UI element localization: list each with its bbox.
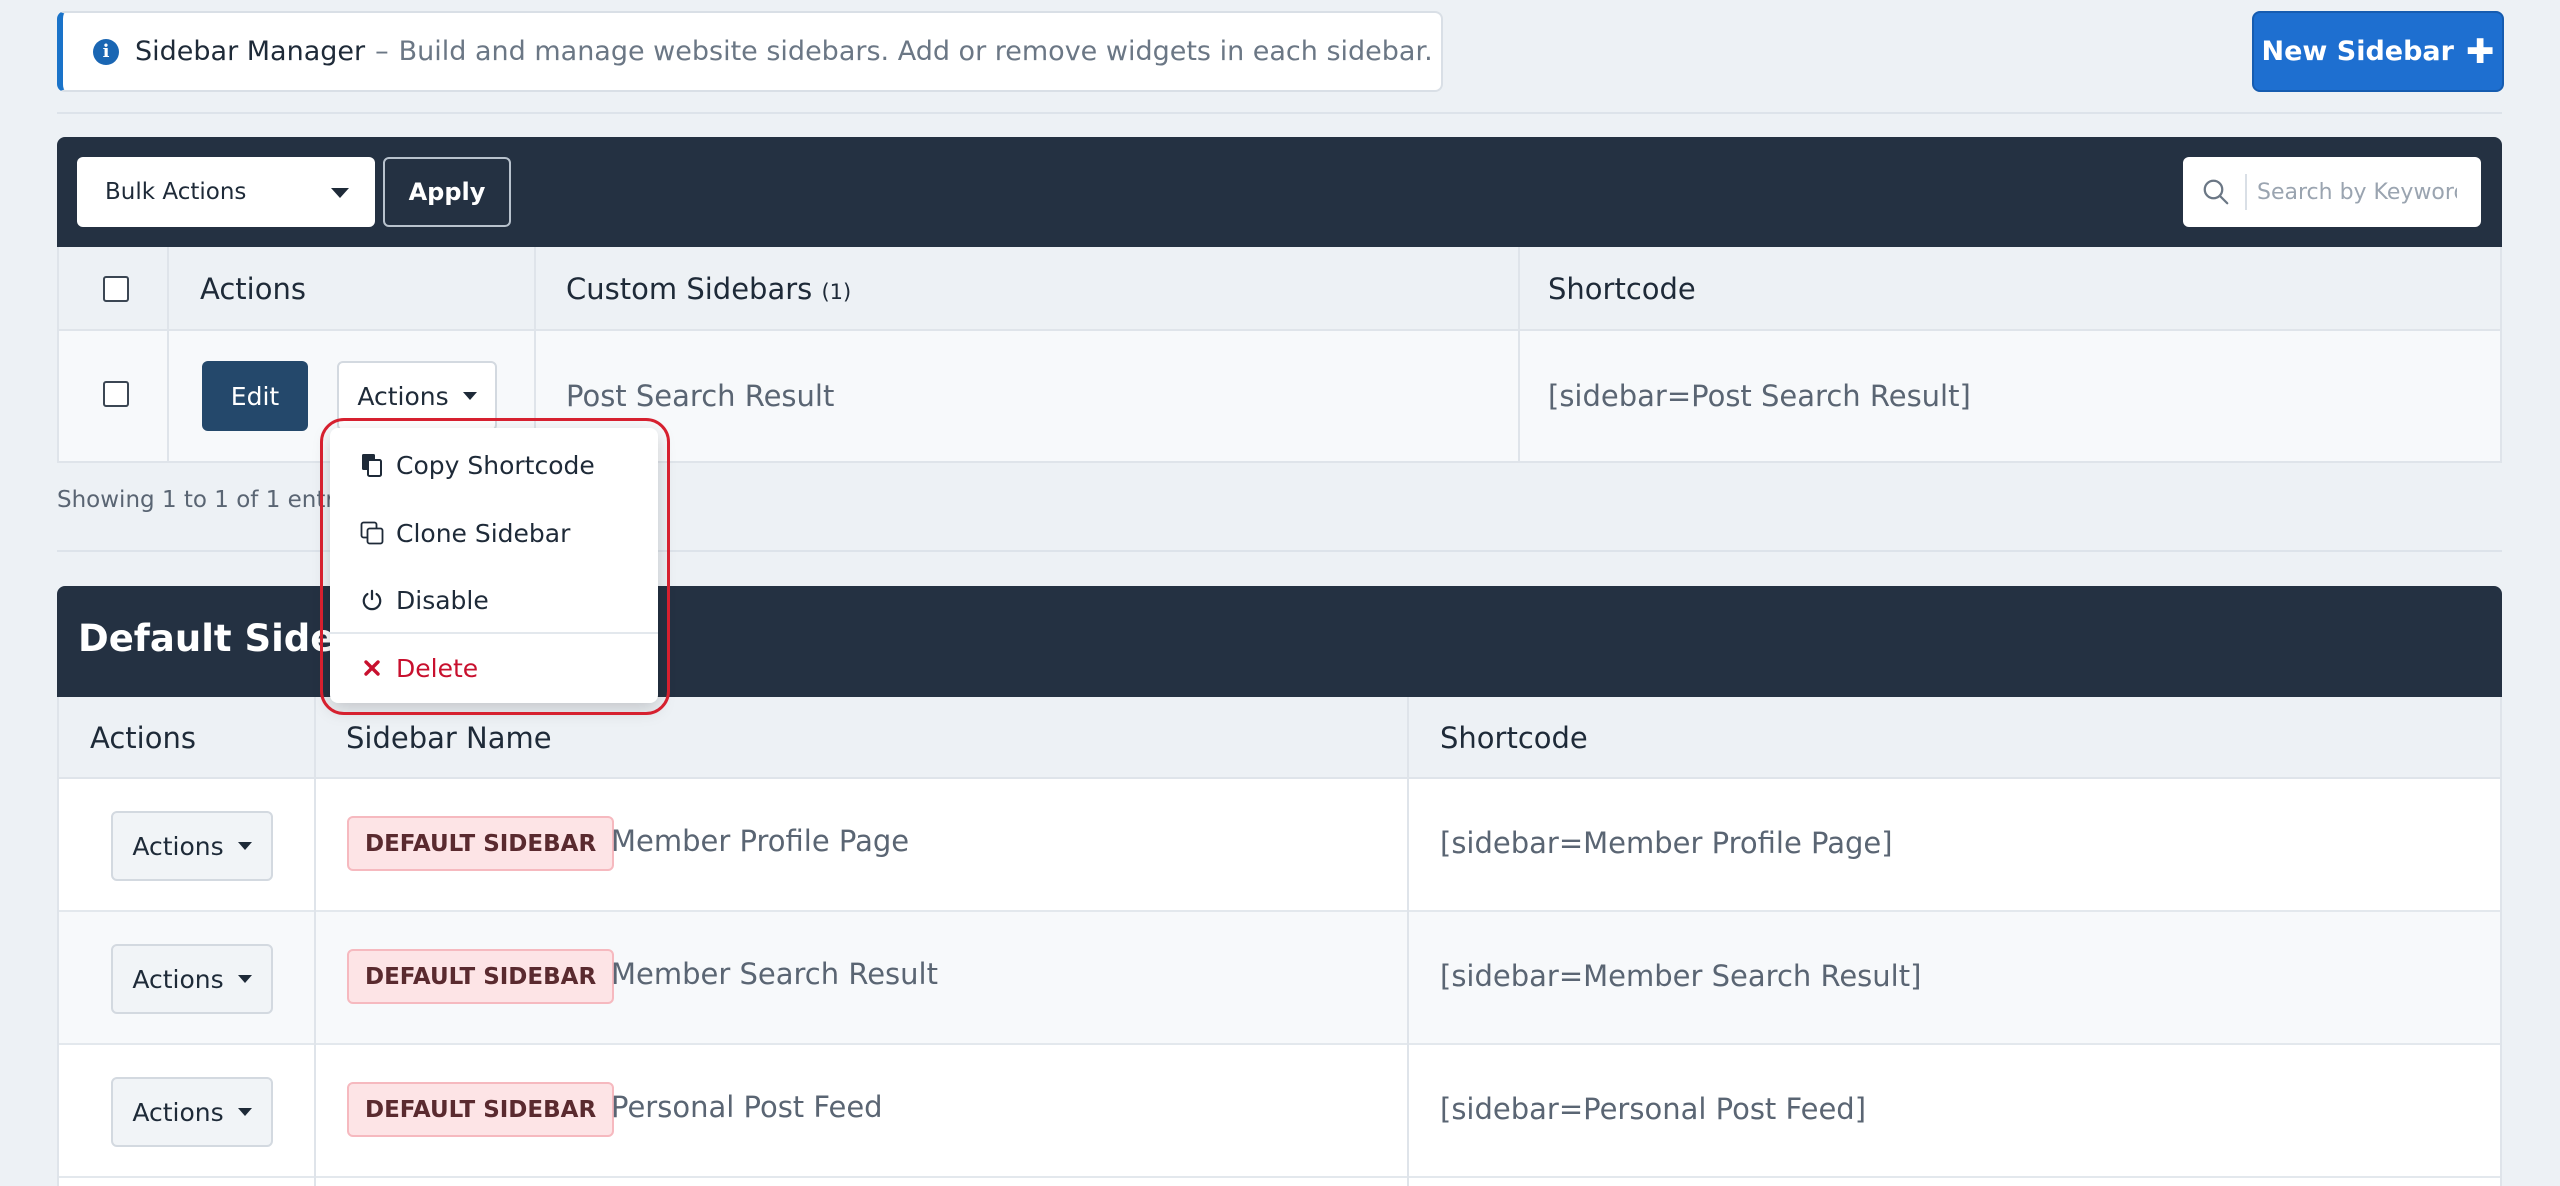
sidebar-shortcode: [sidebar=Member Profile Page]	[1440, 826, 1893, 860]
default-sidebar-badge: DEFAULT SIDEBAR	[347, 1082, 615, 1137]
default-sidebars-table: Actions Sidebar Name Shortcode Actions D…	[57, 697, 2502, 1186]
divider	[57, 112, 2502, 114]
menu-item-label: Disable	[396, 585, 489, 615]
copy-icon	[360, 453, 384, 477]
header-custom-sidebars: Custom Sidebars (1)	[566, 272, 851, 306]
header-sidebar-name: Sidebar Name	[346, 721, 552, 755]
chevron-down-icon	[237, 842, 252, 850]
info-icon: i	[93, 38, 119, 65]
sidebar-name: Post Search Result	[566, 379, 835, 413]
bulk-actions-label: Bulk Actions	[105, 179, 247, 205]
chevron-down-icon	[237, 1108, 252, 1116]
custom-sidebars-toolbar: Bulk Actions Apply	[57, 137, 2502, 247]
menu-item-copy-shortcode[interactable]: Copy Shortcode	[330, 434, 658, 496]
search-divider	[2245, 174, 2247, 210]
default-sidebar-badge: DEFAULT SIDEBAR	[347, 816, 615, 871]
chevron-down-icon	[237, 975, 252, 983]
notice-separator: –	[375, 36, 389, 67]
edit-button[interactable]: Edit	[202, 361, 308, 431]
menu-item-clone-sidebar[interactable]: Clone Sidebar	[330, 502, 658, 564]
new-sidebar-button[interactable]: New Sidebar ✚	[2252, 11, 2504, 92]
close-icon	[360, 656, 384, 680]
select-all-checkbox[interactable]	[103, 276, 129, 302]
column-divider	[1407, 697, 1409, 1186]
header-actions: Actions	[90, 721, 196, 755]
table-row: Actions DEFAULT SIDEBAR Member Search Re…	[59, 912, 2500, 1045]
column-divider	[167, 247, 169, 461]
header-shortcode: Shortcode	[1548, 272, 1696, 306]
menu-item-label: Copy Shortcode	[396, 450, 595, 480]
notice-title: Sidebar Manager	[135, 36, 366, 67]
actions-dropdown-button[interactable]: Actions	[111, 944, 273, 1014]
chevron-down-icon	[462, 392, 477, 400]
menu-item-label: Delete	[396, 653, 479, 683]
table-header: Actions Custom Sidebars (1) Shortcode	[59, 247, 2500, 331]
power-icon	[360, 588, 384, 612]
plus-icon: ✚	[2465, 31, 2495, 72]
actions-label: Actions	[132, 831, 224, 861]
column-divider	[314, 697, 316, 1186]
sidebar-name: Personal Post Feed	[611, 1090, 883, 1124]
bulk-actions-select[interactable]: Bulk Actions	[77, 157, 375, 227]
sidebar-name: Member Profile Page	[611, 824, 910, 858]
menu-divider	[330, 632, 658, 634]
actions-label: Actions	[132, 964, 224, 994]
clone-icon	[360, 521, 384, 545]
header-shortcode: Shortcode	[1440, 721, 1588, 755]
header-count: (1)	[821, 280, 852, 304]
sidebar-shortcode: [sidebar=Member Search Result]	[1440, 959, 1922, 993]
sidebar-shortcode: [sidebar=Post Search Result]	[1548, 379, 1971, 413]
menu-item-label: Clone Sidebar	[396, 518, 571, 548]
actions-dropdown-button[interactable]: Actions	[337, 361, 497, 431]
table-row: Actions DEFAULT SIDEBAR Member Profile P…	[59, 779, 2500, 912]
menu-item-disable[interactable]: Disable	[330, 569, 658, 631]
sidebar-name: Member Search Result	[611, 957, 938, 991]
actions-dropdown-button[interactable]: Actions	[111, 1077, 273, 1147]
search-input[interactable]	[2257, 179, 2457, 205]
default-sidebar-badge: DEFAULT SIDEBAR	[347, 949, 615, 1004]
actions-dropdown-menu: Copy Shortcode Clone Sidebar Disable Del…	[330, 428, 658, 703]
column-divider	[1518, 247, 1520, 461]
actions-label: Actions	[357, 381, 449, 411]
menu-item-delete[interactable]: Delete	[330, 637, 658, 699]
notice-description: Build and manage website sidebars. Add o…	[398, 36, 1433, 67]
chevron-down-icon	[331, 188, 349, 198]
row-checkbox[interactable]	[103, 381, 129, 407]
actions-dropdown-button[interactable]: Actions	[111, 811, 273, 881]
header-actions: Actions	[200, 272, 306, 306]
actions-label: Actions	[132, 1097, 224, 1127]
entries-info: Showing 1 to 1 of 1 entries	[57, 487, 368, 513]
header-custom-sidebars-label: Custom Sidebars	[566, 272, 813, 306]
search-icon	[2203, 179, 2229, 205]
new-sidebar-label: New Sidebar	[2261, 36, 2454, 67]
info-notice: i Sidebar Manager – Build and manage web…	[57, 11, 1443, 92]
table-row: Actions DEFAULT SIDEBAR Personal Post Fe…	[59, 1045, 2500, 1178]
apply-button[interactable]: Apply	[383, 157, 511, 227]
sidebar-shortcode: [sidebar=Personal Post Feed]	[1440, 1092, 1867, 1126]
table-header: Actions Sidebar Name Shortcode	[59, 697, 2500, 779]
search-box[interactable]	[2183, 157, 2481, 227]
